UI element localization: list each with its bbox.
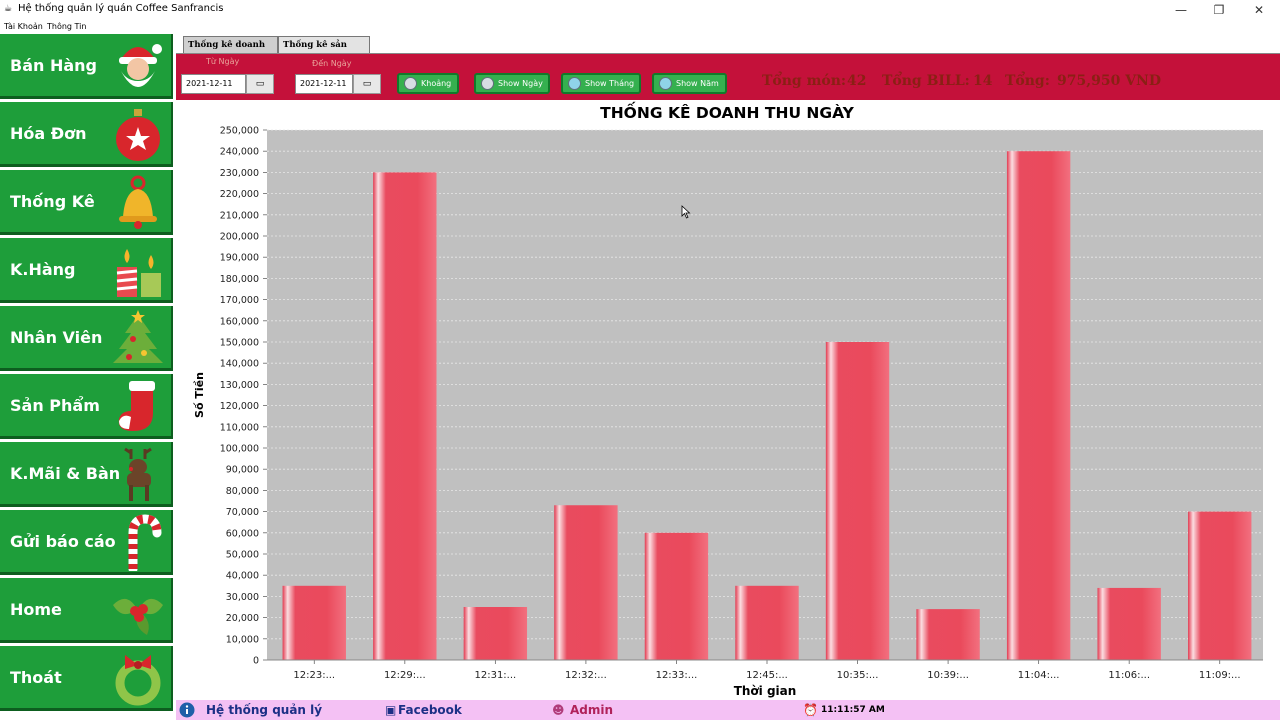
- bar: [1006, 151, 1071, 660]
- bar: [1188, 511, 1252, 660]
- y-tick-label: 160,000: [220, 316, 259, 327]
- y-tick-label: 10,000: [226, 634, 259, 645]
- status-bar: Hệ thống quản lý ▣ Facebook ☻ Admin ⏰ 11…: [176, 700, 1280, 720]
- info-icon: [179, 702, 195, 718]
- x-tick-label: 11:09:...: [1199, 670, 1241, 681]
- y-tick-label: 20,000: [226, 613, 259, 624]
- y-tick-label: 0: [253, 656, 259, 667]
- y-tick-label: 130,000: [220, 380, 259, 391]
- bar: [373, 172, 437, 660]
- y-tick-label: 50,000: [226, 550, 259, 561]
- bar: [735, 585, 799, 660]
- x-tick-label: 11:06:...: [1108, 670, 1150, 681]
- y-tick-label: 230,000: [220, 168, 259, 179]
- revenue-bar-chart: 0 10,000 20,000 30,000 40,000 50,000 60,000 70,…: [193, 126, 1263, 698]
- x-tick-label: 12:31:...: [474, 670, 516, 681]
- y-tick-label: 80,000: [226, 486, 259, 497]
- bar: [644, 532, 709, 660]
- bar: [554, 505, 618, 660]
- x-tick-label: 12:23:...: [293, 670, 335, 681]
- mouse-cursor-icon: [681, 205, 691, 219]
- x-tick-label: 12:45:...: [746, 670, 788, 681]
- y-tick-label: 90,000: [226, 465, 259, 476]
- y-tick-label: 60,000: [226, 528, 259, 539]
- y-tick-label: 150,000: [220, 338, 259, 349]
- y-tick-label: 220,000: [220, 189, 259, 200]
- y-axis-label: Số Tiền: [193, 372, 206, 418]
- y-tick-label: 140,000: [220, 359, 259, 370]
- x-tick-label: 11:04:...: [1018, 670, 1060, 681]
- y-tick-label: 250,000: [220, 126, 259, 137]
- users-icon: ☻: [552, 703, 565, 717]
- bar: [463, 607, 528, 660]
- alarm-clock-icon: ⏰: [803, 703, 818, 717]
- y-tick-label: 210,000: [220, 210, 259, 221]
- y-tick-label: 170,000: [220, 295, 259, 306]
- y-tick-label: 70,000: [226, 507, 259, 518]
- y-tick-label: 30,000: [226, 592, 259, 603]
- x-tick-label: 10:35:...: [837, 670, 879, 681]
- clock-label: 11:11:57 AM: [821, 705, 885, 715]
- y-tick-label: 40,000: [226, 571, 259, 582]
- bar: [825, 342, 890, 660]
- y-tick-label: 110,000: [220, 422, 259, 433]
- x-tick-label: 10:39:...: [927, 670, 969, 681]
- facebook-link[interactable]: Facebook: [398, 703, 462, 717]
- y-tick-label: 100,000: [220, 444, 259, 455]
- facebook-icon: ▣: [385, 703, 397, 717]
- y-tick-label: 200,000: [220, 232, 259, 243]
- y-tick-label: 120,000: [220, 401, 259, 412]
- bar: [1097, 587, 1161, 660]
- y-tick-label: 240,000: [220, 147, 259, 158]
- y-tick-label: 190,000: [220, 253, 259, 264]
- bar: [916, 609, 980, 660]
- x-tick-label: 12:29:...: [384, 670, 426, 681]
- x-axis-label: Thời gian: [734, 684, 797, 698]
- x-tick-label: 12:32:...: [565, 670, 607, 681]
- bar: [282, 585, 346, 660]
- y-tick-label: 180,000: [220, 274, 259, 285]
- admin-label: Admin: [570, 703, 614, 717]
- x-tick-label: 12:33:...: [656, 670, 698, 681]
- system-label: Hệ thống quản lý: [206, 703, 323, 717]
